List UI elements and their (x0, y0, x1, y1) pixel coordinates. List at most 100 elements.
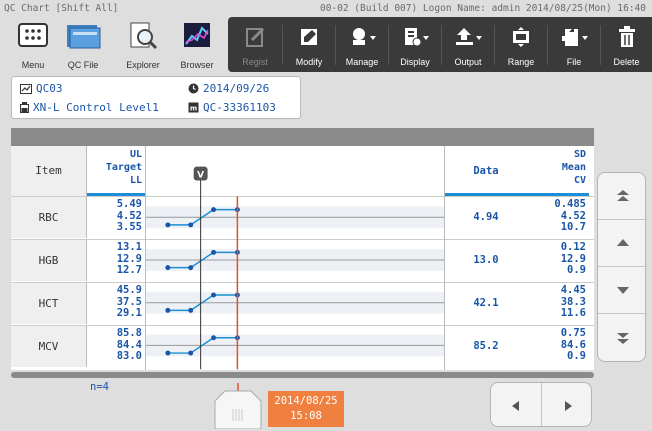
menu-icon (18, 23, 48, 47)
row-limits: 13.1 12.9 12.7 (87, 241, 145, 277)
left-arrow-icon (512, 400, 519, 411)
modify-label: Modify (295, 57, 323, 67)
row-item-label[interactable]: MCV (11, 325, 87, 367)
row-ul: 13.1 (116, 241, 142, 253)
output-button[interactable]: Output (442, 17, 494, 72)
cursor-date-badge: 2014/08/25 15:08 (268, 391, 344, 427)
range-label: Range (507, 57, 535, 67)
scroll-up-button[interactable] (598, 220, 647, 267)
next-button[interactable] (542, 383, 593, 428)
row-cv: 10.7 (560, 221, 586, 233)
clock-icon (188, 83, 199, 94)
delete-icon (618, 26, 635, 47)
output-label: Output (454, 57, 482, 67)
manage-label: Manage (345, 57, 379, 67)
chart-icon (20, 83, 32, 94)
qc-point[interactable] (165, 350, 171, 356)
row-stats: 4.45 38.3 11.6 (527, 284, 589, 320)
action-toolbar: Regist Modify Manage Display Output Rang… (228, 17, 652, 72)
qc-point[interactable] (188, 265, 194, 271)
row-stats: 0.12 12.9 0.9 (527, 241, 589, 277)
qc-chart-window: QC Chart [Shift All] 00-02 (Build 007) L… (0, 0, 652, 431)
range-button[interactable]: Range (495, 17, 547, 72)
double-down-icon (616, 332, 629, 344)
row-limits: 5.49 4.52 3.55 (87, 198, 145, 234)
status-info: 00-02 (Build 007) Logon Name: admin 2014… (319, 3, 646, 14)
qc-id: QC03 (36, 82, 63, 95)
regist-button[interactable]: Regist (228, 17, 282, 72)
qc-point[interactable] (188, 222, 194, 228)
display-button[interactable]: Display (389, 17, 441, 72)
qc-point[interactable] (211, 207, 217, 213)
qc-info-panel: QC03 2014/09/26 XN-L Control Level1 m QC… (11, 76, 301, 119)
row-data-value: 4.94 (473, 211, 499, 223)
scroll-first-button[interactable] (598, 173, 647, 220)
bottle-icon (20, 102, 29, 113)
page-navigation (490, 382, 593, 428)
vertical-scroll-buttons (597, 172, 647, 362)
delete-button[interactable]: Delete (601, 17, 652, 72)
row-cv: 11.6 (560, 307, 586, 319)
explorer-label: Explorer (126, 60, 160, 70)
qc-id-field: QC03 (20, 82, 63, 95)
scroll-down-button[interactable] (598, 267, 647, 314)
material-name: XN-L Control Level1 (33, 101, 159, 114)
display-label: Display (400, 57, 430, 67)
browser-icon (184, 23, 210, 47)
row-item-label[interactable]: HCT (11, 282, 87, 324)
svg-text:m: m (190, 105, 197, 113)
row-sd: 4.45 (560, 284, 586, 296)
range-icon (513, 27, 529, 47)
qc-point[interactable] (211, 335, 217, 341)
qc-point[interactable] (165, 222, 171, 228)
qc-point[interactable] (165, 307, 171, 313)
row-stats: 0.485 4.52 10.7 (527, 198, 589, 234)
qc-file-button[interactable]: QC File (60, 20, 106, 70)
qc-point[interactable] (165, 265, 171, 271)
scroll-last-button[interactable] (598, 314, 647, 361)
qc-file-icon (67, 25, 101, 49)
data-column-header: Data (445, 146, 527, 196)
row-stats: 0.75 84.6 0.9 (527, 327, 589, 363)
row-sd: 0.75 (560, 327, 586, 339)
file-label: File (566, 57, 582, 67)
table-header-bar (11, 128, 594, 146)
explorer-icon (130, 22, 158, 50)
output-icon (456, 28, 482, 45)
row-ll: 3.55 (116, 221, 142, 233)
display-icon (405, 28, 429, 47)
browser-button[interactable]: Browser (174, 20, 220, 70)
file-icon (562, 27, 588, 46)
row-ul: 85.8 (116, 327, 142, 339)
horizontal-scrollbar[interactable] (11, 372, 594, 378)
stats-column-header: SD Mean CV (527, 148, 589, 196)
row-ll: 83.0 (116, 350, 142, 362)
row-ll: 12.7 (116, 264, 142, 276)
limits-column-header: UL Target LL (87, 148, 145, 196)
file-button[interactable]: File (548, 17, 600, 72)
qc-point[interactable] (211, 249, 217, 255)
qc-point[interactable] (211, 292, 217, 298)
material-field: XN-L Control Level1 (20, 101, 159, 114)
manage-icon (353, 28, 376, 45)
title-bar: QC Chart [Shift All] 00-02 (Build 007) L… (0, 0, 652, 18)
row-item-label[interactable]: HGB (11, 239, 87, 281)
row-limits: 85.8 84.4 83.0 (87, 327, 145, 363)
regist-label: Regist (242, 57, 268, 67)
right-arrow-icon (564, 400, 572, 411)
row-ll: 29.1 (116, 307, 142, 319)
manage-button[interactable]: Manage (336, 17, 388, 72)
prev-button[interactable] (491, 383, 542, 428)
double-up-icon (616, 190, 629, 201)
cursor-date: 2014/08/25 (274, 395, 338, 407)
lot-field: m QC-33361103 (188, 101, 276, 114)
explorer-button[interactable]: Explorer (120, 20, 166, 70)
qc-point[interactable] (188, 307, 194, 313)
menu-button[interactable]: Menu (10, 20, 56, 70)
cursor-time: 15:08 (290, 410, 322, 422)
qc-point[interactable] (188, 350, 194, 356)
cursor-handle[interactable] (213, 383, 263, 429)
row-item-label[interactable]: RBC (11, 196, 87, 238)
levey-jennings-plot: V (145, 146, 445, 370)
modify-button[interactable]: Modify (283, 17, 335, 72)
